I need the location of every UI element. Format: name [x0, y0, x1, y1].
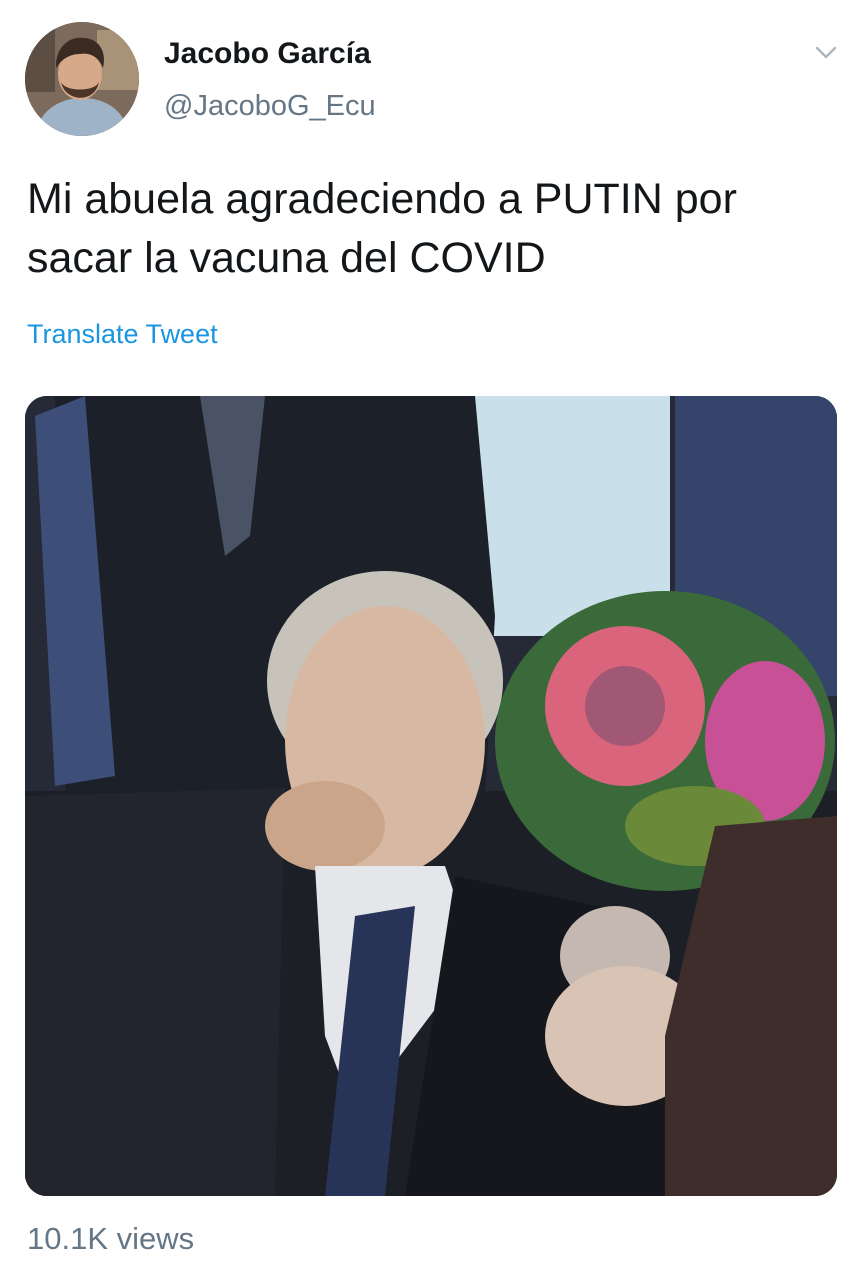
avatar[interactable] [25, 22, 139, 136]
tweet-options-button[interactable] [806, 38, 846, 68]
author-handle[interactable]: @JacoboG_Ecu [164, 88, 376, 124]
chevron-down-icon [815, 46, 837, 59]
view-count: 10.1K views [27, 1221, 195, 1256]
tweet-video[interactable] [25, 396, 837, 1196]
profile-photo [25, 22, 139, 136]
author-display-name[interactable]: Jacobo García [164, 36, 371, 72]
video-frame [25, 396, 837, 1196]
translate-tweet-link[interactable]: Translate Tweet [27, 317, 218, 351]
tweet-text: Mi abuela agradeciendo a PUTIN por sacar… [27, 175, 737, 282]
